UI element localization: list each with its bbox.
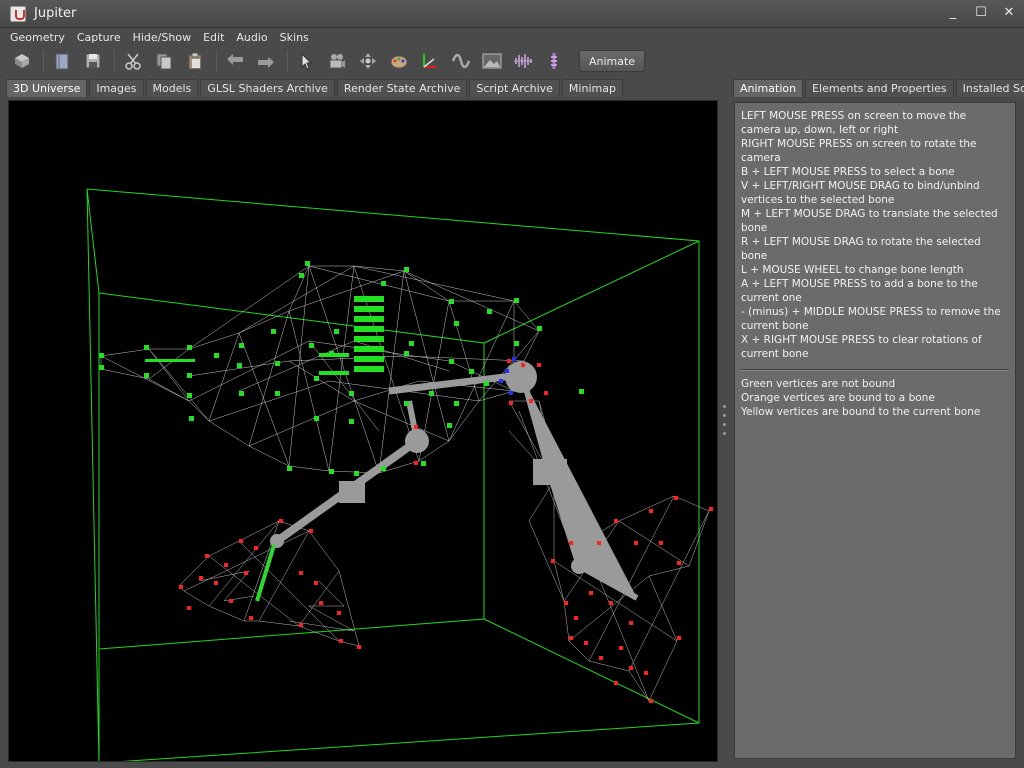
instruction-text: X + RIGHT MOUSE PRESS to clear rotations…: [741, 334, 982, 360]
window-title: Jupiter: [34, 6, 77, 21]
divider: [741, 369, 1009, 371]
menu-hide-show[interactable]: Hide/Show: [133, 31, 197, 44]
java-app-icon: [10, 5, 26, 22]
instruction-text: LEFT MOUSE PRESS on screen to move the c…: [741, 110, 967, 136]
cut-icon[interactable]: [119, 48, 147, 74]
bone-icon[interactable]: [540, 48, 568, 74]
title-bar: Jupiter _ ☐ ✕: [0, 0, 1024, 28]
instruction-text: A + LEFT MOUSE PRESS to add a bone to th…: [741, 278, 978, 304]
skeleton-bones: [255, 361, 639, 602]
toolbar-separator: [287, 50, 288, 72]
camera-icon[interactable]: [323, 48, 351, 74]
paste-icon[interactable]: [181, 48, 209, 74]
tab-3d-universe[interactable]: 3D Universe: [6, 79, 88, 97]
tab-models[interactable]: Models: [145, 79, 199, 97]
tab-minimap[interactable]: Minimap: [561, 79, 623, 97]
close-icon[interactable]: ✕: [1002, 6, 1016, 20]
cube-icon[interactable]: [8, 48, 36, 74]
main-tabs: 3D Universe Images Models GLSL Shaders A…: [6, 79, 625, 97]
tab-render-state-archive[interactable]: Render State Archive: [336, 79, 468, 97]
instruction-text: V + LEFT/RIGHT MOUSE DRAG to bind/unbind…: [741, 180, 980, 206]
move-icon[interactable]: [354, 48, 382, 74]
maximize-icon[interactable]: ☐: [974, 6, 988, 20]
wave-icon[interactable]: [447, 48, 475, 74]
left-leg-wireframe: [178, 520, 360, 647]
menu-geometry[interactable]: Geometry: [10, 31, 71, 44]
instruction-text: RIGHT MOUSE PRESS on screen to rotate th…: [741, 138, 977, 164]
toolbar-separator: [114, 50, 115, 72]
menu-edit[interactable]: Edit: [203, 31, 230, 44]
3d-viewport[interactable]: [8, 100, 718, 762]
undo-icon[interactable]: [221, 48, 249, 74]
copy-icon[interactable]: [150, 48, 178, 74]
toolbar-separator: [43, 50, 44, 72]
toolbar: Animate: [0, 46, 1024, 76]
menu-capture[interactable]: Capture: [77, 31, 127, 44]
panel-splitter[interactable]: [721, 405, 727, 435]
legend-text: Yellow vertices are bound to the current…: [741, 406, 981, 418]
save-icon[interactable]: [79, 48, 107, 74]
side-tabs: Animation Elements and Properties Instal…: [733, 79, 1024, 97]
splitter-dot: [722, 405, 726, 408]
tab-script-archive[interactable]: Script Archive: [469, 79, 560, 97]
menu-audio[interactable]: Audio: [236, 31, 273, 44]
menu-bar: Geometry Capture Hide/Show Edit Audio Sk…: [0, 28, 1024, 46]
image-icon[interactable]: [478, 48, 506, 74]
splitter-dot: [722, 432, 726, 435]
axis-icon[interactable]: [416, 48, 444, 74]
book-icon[interactable]: [48, 48, 76, 74]
animation-panel: LEFT MOUSE PRESS on screen to move the c…: [734, 102, 1016, 759]
legend-text: Green vertices are not bound: [741, 378, 896, 390]
splitter-dot: [722, 423, 726, 426]
palette-icon[interactable]: [385, 48, 413, 74]
instruction-text: B + LEFT MOUSE PRESS to select a bone: [741, 166, 955, 178]
audio-icon[interactable]: [509, 48, 537, 74]
instruction-text: M + LEFT MOUSE DRAG to translate the sel…: [741, 208, 998, 234]
window-controls: _ ☐ ✕: [946, 6, 1016, 20]
toolbar-separator: [216, 50, 217, 72]
splitter-dot: [722, 414, 726, 417]
menu-skins[interactable]: Skins: [280, 31, 315, 44]
scene-render[interactable]: [9, 101, 718, 762]
instruction-text: - (minus) + MIDDLE MOUSE PRESS to remove…: [741, 306, 1001, 332]
tab-images[interactable]: Images: [89, 79, 144, 97]
instruction-text: R + LEFT MOUSE DRAG to rotate the select…: [741, 236, 981, 262]
redo-icon[interactable]: [252, 48, 280, 74]
tab-animation[interactable]: Animation: [733, 79, 804, 97]
pointer-icon[interactable]: [292, 48, 320, 74]
animate-button[interactable]: Animate: [579, 50, 645, 72]
tab-elements-and-properties[interactable]: Elements and Properties: [805, 79, 954, 97]
minimize-icon[interactable]: _: [946, 6, 960, 20]
instruction-text: L + MOUSE WHEEL to change bone length: [741, 264, 964, 276]
tab-installed-scripts[interactable]: Installed Scripts: [955, 79, 1024, 97]
legend-text: Orange vertices are bound to a bone: [741, 392, 935, 404]
tab-glsl-shaders-archive[interactable]: GLSL Shaders Archive: [200, 79, 335, 97]
